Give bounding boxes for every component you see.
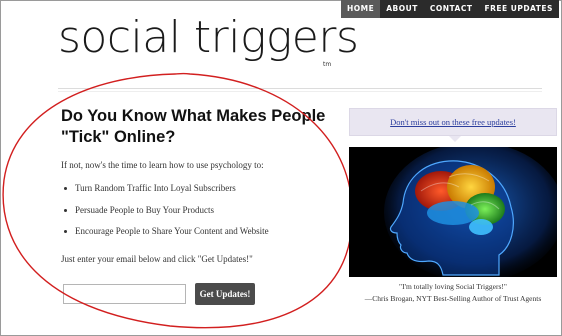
promo-pointer: [449, 136, 461, 142]
nav-about[interactable]: ABOUT: [380, 0, 424, 18]
nav-contact[interactable]: CONTACT: [424, 0, 479, 18]
trademark: tm: [323, 61, 332, 68]
promo-banner: Don't miss out on these free updates!: [349, 108, 557, 136]
brain-head-icon: [349, 147, 557, 277]
testimonial-attribution: —Chris Brogan, NYT Best-Selling Author o…: [364, 294, 542, 303]
brain-illustration: [349, 147, 557, 277]
top-nav: HOME ABOUT CONTACT FREE UPDATES: [341, 0, 559, 18]
nav-free-updates[interactable]: FREE UPDATES: [478, 0, 558, 18]
testimonial-quote: "I'm totally loving Social Triggers!": [399, 282, 507, 291]
site-logo[interactable]: social triggers: [58, 12, 359, 63]
red-circle-annotation: [2, 72, 353, 329]
free-updates-link[interactable]: Don't miss out on these free updates!: [350, 109, 556, 135]
